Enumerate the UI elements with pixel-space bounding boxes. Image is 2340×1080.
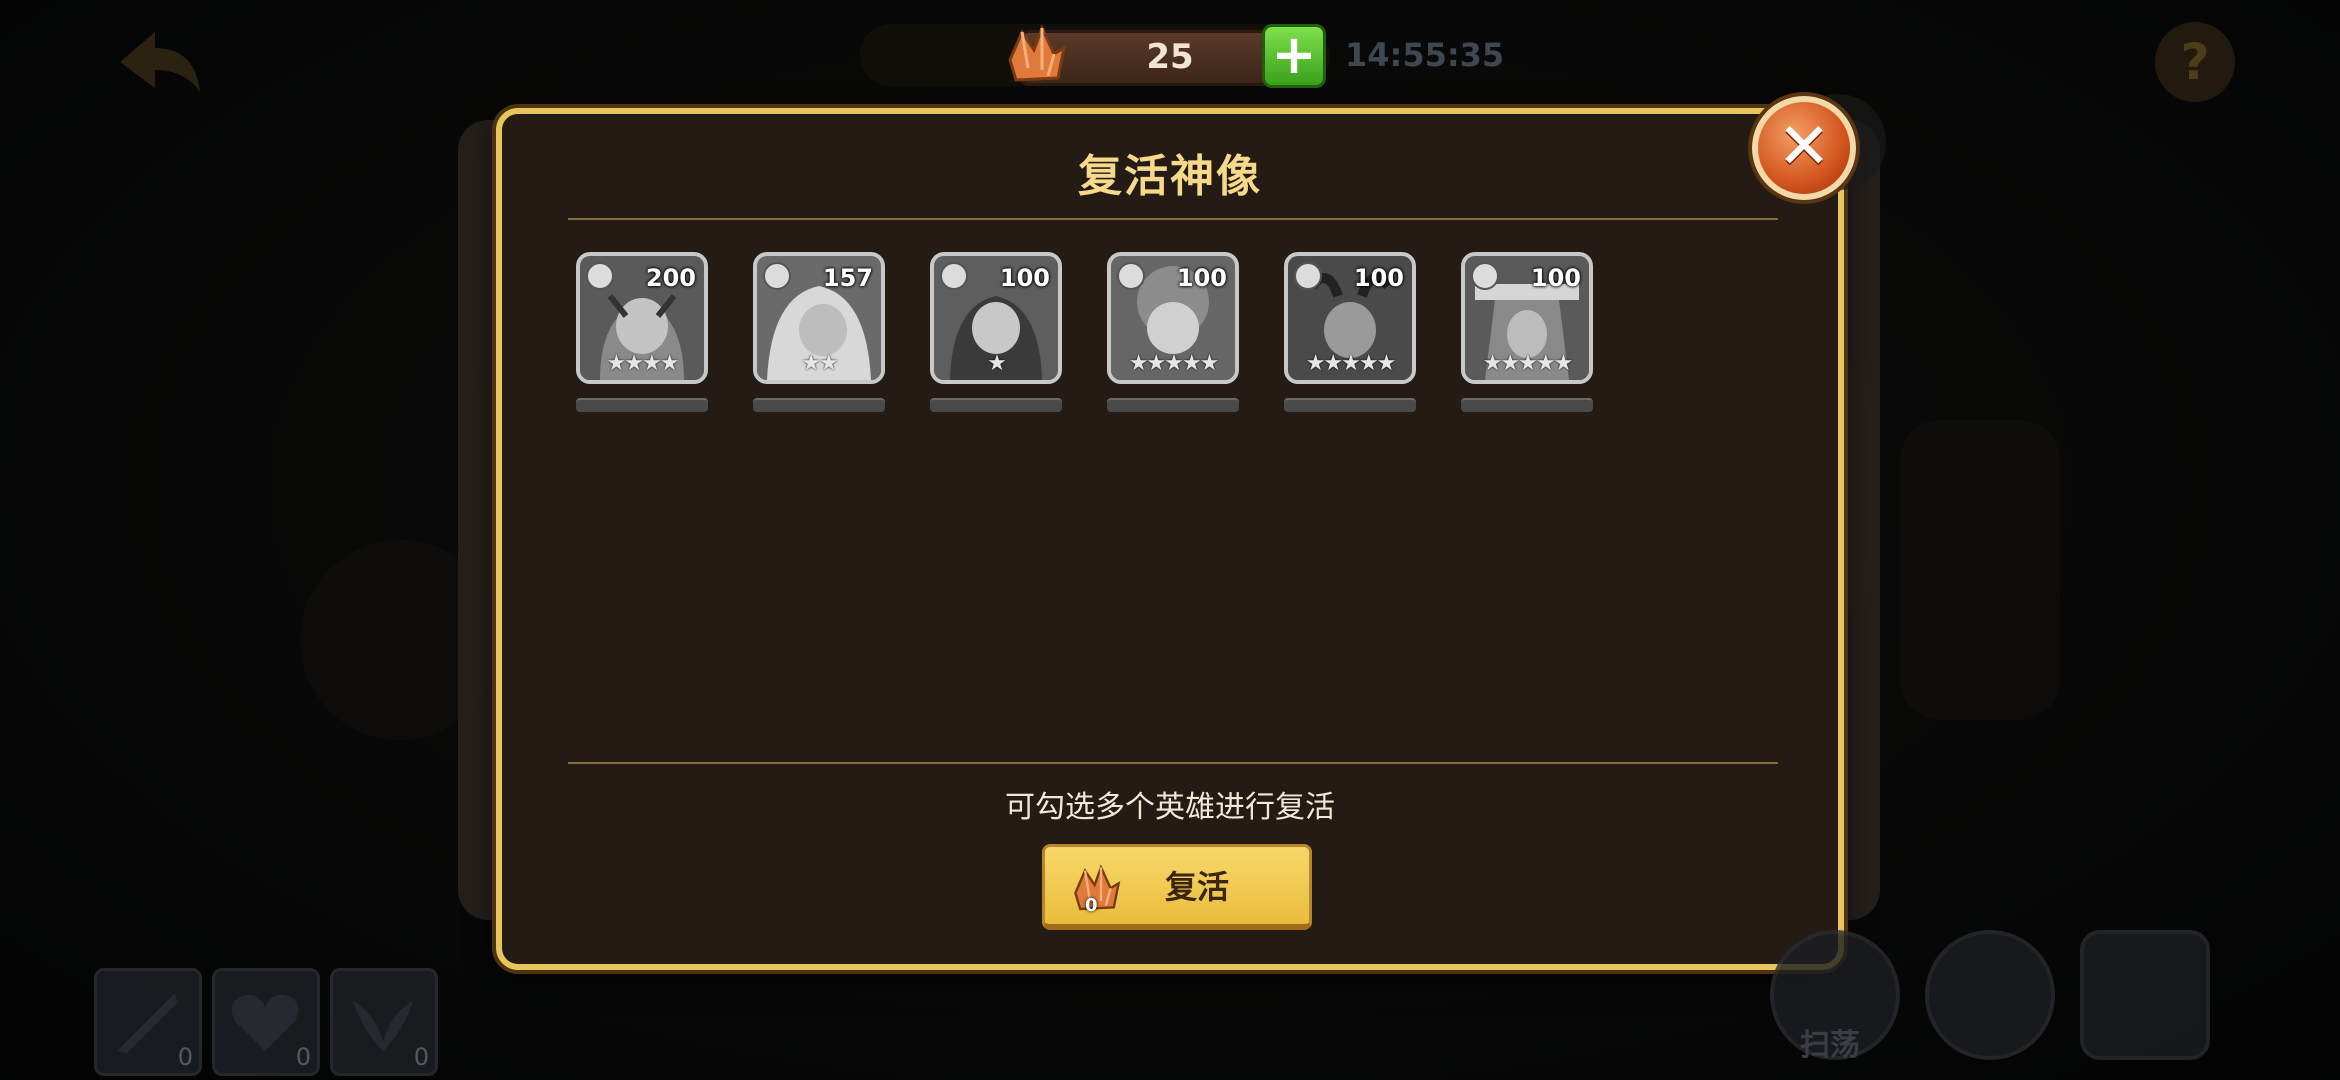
close-icon: ✕	[1777, 110, 1831, 184]
divider	[568, 762, 1778, 764]
star-rating: ★★★★	[606, 351, 680, 376]
hero-count: 157	[822, 264, 873, 292]
hero-select-bar	[1461, 398, 1593, 412]
item-slot-sword[interactable]: 0	[94, 968, 202, 1076]
revive-cost: 0	[1085, 895, 1098, 916]
revive-token-icon	[1002, 20, 1072, 90]
swirl-faction-icon	[1294, 262, 1322, 290]
leaf-faction-icon	[1117, 262, 1145, 290]
swirl-faction-icon	[940, 262, 968, 290]
hero-select-bar	[576, 398, 708, 412]
hero-slot[interactable]: 100 ★★★★★	[1107, 252, 1239, 412]
hero-portrait-frame: 200 ★★★★	[576, 252, 708, 384]
timer-text: 14:55:35	[1345, 36, 1505, 74]
hero-count: 100	[999, 264, 1050, 292]
sweep-label: 扫荡	[1800, 1028, 1860, 1063]
chest-button[interactable]	[2080, 930, 2210, 1060]
back-arrow-icon	[120, 32, 200, 92]
revive-statue-dialog: 复活神像 200 ★★★★ 157 ★★ 100 ★ 100 ★★★★★ 100…	[496, 108, 1844, 970]
skull-faction-icon	[763, 262, 791, 290]
hero-portrait-frame: 100 ★	[930, 252, 1062, 384]
game-screen: ? 25 + 14:55:35 复活神像 200 ★★★★ 157 ★★ 100…	[0, 0, 2340, 1080]
hero-count: 200	[645, 264, 696, 292]
hero-select-bar	[1284, 398, 1416, 412]
hero-select-bar	[1107, 398, 1239, 412]
hero-count: 100	[1353, 264, 1404, 292]
divider	[568, 218, 1778, 220]
item-count: 0	[295, 1043, 311, 1071]
add-currency-button[interactable]: +	[1262, 24, 1326, 88]
star-rating: ★	[987, 351, 1007, 376]
back-button[interactable]	[110, 22, 210, 102]
hero-select-bar	[753, 398, 885, 412]
close-button[interactable]: ✕	[1752, 96, 1856, 200]
hero-slot[interactable]: 100 ★★★★★	[1461, 252, 1593, 412]
item-slot-wings[interactable]: 0	[330, 968, 438, 1076]
hero-slot[interactable]: 100 ★	[930, 252, 1062, 412]
item-slot-heart[interactable]: 0	[212, 968, 320, 1076]
revive-button[interactable]: 0 复活	[1042, 844, 1312, 930]
hint-text: 可勾选多个英雄进行复活	[1005, 790, 1335, 825]
plus-icon: +	[1271, 23, 1317, 86]
star-rating: ★★	[801, 351, 838, 376]
hero-slot[interactable]: 200 ★★★★	[576, 252, 708, 412]
hero-button[interactable]	[1925, 930, 2055, 1060]
hero-portrait-frame: 100 ★★★★★	[1284, 252, 1416, 384]
item-count: 0	[413, 1043, 429, 1071]
hero-count: 100	[1176, 264, 1227, 292]
star-rating: ★★★★★	[1128, 351, 1220, 376]
hero-portrait-frame: 100 ★★★★★	[1107, 252, 1239, 384]
question-icon: ?	[2180, 33, 2210, 91]
hero-slot[interactable]: 100 ★★★★★	[1284, 252, 1416, 412]
revive-button-label: 复活	[1165, 868, 1230, 906]
hero-slot[interactable]: 157 ★★	[753, 252, 885, 412]
currency-value: 25	[1146, 37, 1194, 77]
star-rating: ★★★★★	[1305, 351, 1397, 376]
hero-count: 100	[1530, 264, 1581, 292]
item-count: 0	[177, 1043, 193, 1071]
dialog-title: 复活神像	[1078, 151, 1262, 202]
cross-faction-icon	[1471, 262, 1499, 290]
help-button[interactable]: ?	[2155, 22, 2235, 102]
hero-portrait-frame: 157 ★★	[753, 252, 885, 384]
hero-portrait-frame: 100 ★★★★★	[1461, 252, 1593, 384]
leaf-faction-icon	[586, 262, 614, 290]
star-rating: ★★★★★	[1482, 351, 1574, 376]
hero-select-bar	[930, 398, 1062, 412]
